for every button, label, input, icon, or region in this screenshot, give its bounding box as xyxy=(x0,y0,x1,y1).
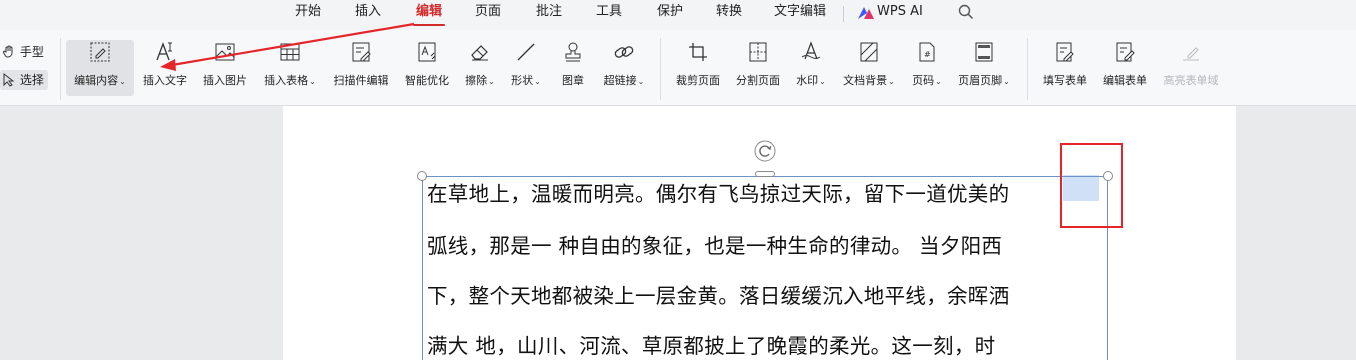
page-number-icon: # xyxy=(919,42,935,62)
smart-optimize-label: 智能优化 xyxy=(405,74,449,87)
doc-background-label: 文档背景 xyxy=(843,74,888,87)
split-page-icon xyxy=(749,42,767,62)
menu-tab-convert[interactable]: 转换 xyxy=(709,0,749,28)
fill-form-icon xyxy=(1056,42,1074,62)
hyperlink-icon xyxy=(614,46,634,58)
menu-tab-comment[interactable]: 批注 xyxy=(529,0,569,28)
insert-image-button[interactable]: 插入图片 xyxy=(198,40,252,96)
menu-divider xyxy=(843,6,844,22)
menu-tab-tools[interactable]: 工具 xyxy=(589,0,629,28)
hand-icon xyxy=(2,45,13,58)
menu-tab-edit[interactable]: 编辑 xyxy=(409,0,449,28)
eraser-button[interactable]: 擦除⌄ xyxy=(458,40,502,96)
ribbon-divider xyxy=(1027,38,1028,100)
doc-background-button[interactable]: 文档背景⌄ xyxy=(837,40,901,96)
text-box-frame[interactable] xyxy=(422,176,1108,360)
crop-page-button[interactable]: 裁剪页面 xyxy=(670,40,726,96)
edit-content-icon xyxy=(90,42,110,62)
menu-tab-page[interactable]: 页面 xyxy=(468,0,508,28)
fill-form-button[interactable]: 填写表单 xyxy=(1038,40,1092,96)
header-footer-label: 页眉页脚 xyxy=(958,74,1003,87)
hand-mode-label: 手型 xyxy=(19,45,44,59)
eraser-icon xyxy=(471,45,488,61)
select-mode-button[interactable]: 选择 xyxy=(0,70,48,90)
hand-mode-button[interactable]: 手型 xyxy=(0,42,44,62)
svg-text:#: # xyxy=(924,50,931,59)
eraser-label: 擦除 xyxy=(465,74,488,87)
ribbon-toolbar: 手型 选择 编辑内容⌄ 插入文字 插入图片 插入表格⌄ 扫描件编辑 智能优化 擦… xyxy=(0,30,1356,106)
header-footer-button[interactable]: 页眉页脚⌄ xyxy=(952,40,1016,96)
scan-edit-icon xyxy=(352,42,371,62)
insert-text-button[interactable]: 插入文字 xyxy=(138,40,192,96)
edit-content-label: 编辑内容 xyxy=(74,74,119,87)
page-number-button[interactable]: # 页码⌄ xyxy=(906,40,948,96)
resize-handle-top-middle[interactable] xyxy=(755,171,775,177)
shape-label: 形状 xyxy=(511,74,534,87)
highlight-form-field-label: 高亮表单域 xyxy=(1163,74,1219,87)
hyperlink-label: 超链接 xyxy=(603,74,637,87)
scan-edit-button[interactable]: 扫描件编辑 xyxy=(328,40,394,96)
split-page-label: 分割页面 xyxy=(736,74,780,87)
search-icon[interactable] xyxy=(957,3,975,21)
annotation-highlight-box xyxy=(1060,143,1123,228)
highlight-form-field-button[interactable]: 高亮表单域 xyxy=(1158,40,1224,96)
watermark-label: 水印 xyxy=(796,74,819,87)
menu-tab-protect[interactable]: 保护 xyxy=(650,0,690,28)
smart-optimize-button[interactable]: 智能优化 xyxy=(400,40,454,96)
menu-tab-home[interactable]: 开始 xyxy=(288,0,328,28)
stamp-icon xyxy=(565,42,581,62)
highlight-form-field-icon xyxy=(1183,47,1199,61)
split-page-button[interactable]: 分割页面 xyxy=(730,40,786,96)
insert-table-icon xyxy=(280,43,300,61)
hyperlink-button[interactable]: 超链接⌄ xyxy=(598,40,650,96)
watermark-icon xyxy=(801,41,821,60)
pointer-icon xyxy=(3,72,15,87)
ribbon-divider xyxy=(60,38,61,100)
crop-page-icon xyxy=(689,43,707,61)
crop-page-label: 裁剪页面 xyxy=(676,74,720,87)
menu-bar: 开始 插入 编辑 页面 批注 工具 保护 转换 文字编辑 WPS AI xyxy=(0,0,1356,30)
chevron-down-icon: ⌄ xyxy=(309,77,316,86)
edit-form-icon xyxy=(1116,42,1135,62)
insert-image-label: 插入图片 xyxy=(203,74,247,87)
ribbon-divider xyxy=(660,38,661,100)
chevron-down-icon: ⌄ xyxy=(935,77,942,86)
scan-edit-label: 扫描件编辑 xyxy=(333,74,389,87)
watermark-button[interactable]: 水印⌄ xyxy=(791,40,831,96)
insert-text-icon xyxy=(156,42,172,61)
header-footer-icon xyxy=(975,42,993,62)
resize-handle-top-left[interactable] xyxy=(417,171,427,181)
edit-content-button[interactable]: 编辑内容⌄ xyxy=(66,40,134,96)
wps-ai-icon xyxy=(858,7,874,19)
chevron-down-icon: ⌄ xyxy=(534,77,541,86)
insert-table-label: 插入表格 xyxy=(264,74,309,87)
stamp-label: 图章 xyxy=(562,74,584,87)
shape-button[interactable]: 形状⌄ xyxy=(505,40,547,96)
wps-ai-button[interactable]: WPS AI xyxy=(877,0,927,28)
chevron-down-icon: ⌄ xyxy=(888,77,895,86)
smart-optimize-icon xyxy=(418,42,436,62)
chevron-down-icon: ⌄ xyxy=(819,77,826,86)
fill-form-label: 填写表单 xyxy=(1043,74,1087,87)
insert-table-button[interactable]: 插入表格⌄ xyxy=(258,40,322,96)
doc-background-icon xyxy=(860,42,878,62)
chevron-down-icon: ⌄ xyxy=(119,77,126,86)
shape-line-icon xyxy=(517,43,535,61)
chevron-down-icon: ⌄ xyxy=(637,77,645,86)
menu-tab-text-edit[interactable]: 文字编辑 xyxy=(768,0,832,28)
edit-form-label: 编辑表单 xyxy=(1103,74,1147,87)
menu-tab-insert[interactable]: 插入 xyxy=(348,0,388,28)
rotate-handle-icon[interactable] xyxy=(753,139,777,163)
edit-form-button[interactable]: 编辑表单 xyxy=(1098,40,1152,96)
page-number-label: 页码 xyxy=(912,74,935,87)
insert-text-label: 插入文字 xyxy=(143,74,187,87)
chevron-down-icon: ⌄ xyxy=(1003,77,1010,86)
stamp-button[interactable]: 图章 xyxy=(553,40,593,96)
insert-image-icon xyxy=(215,43,235,61)
chevron-down-icon: ⌄ xyxy=(488,77,495,86)
select-mode-label: 选择 xyxy=(19,73,44,87)
